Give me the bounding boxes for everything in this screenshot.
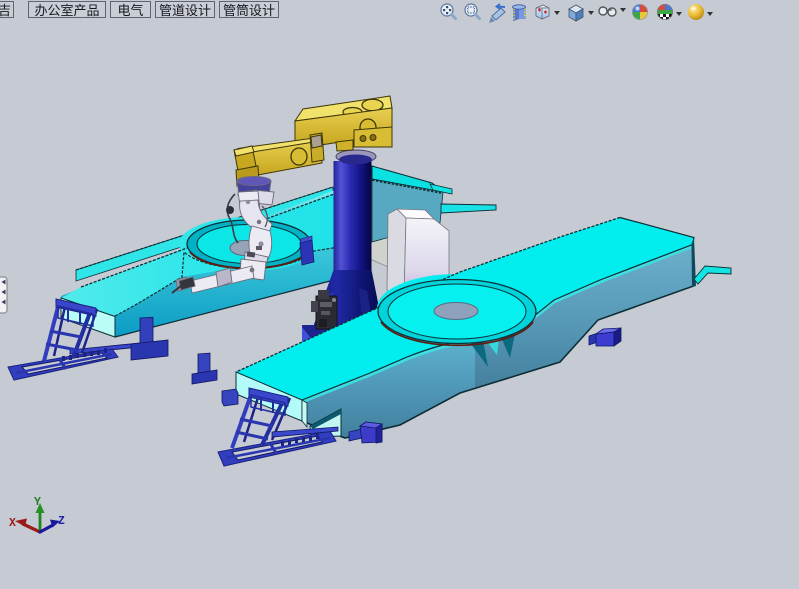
svg-text:X: X [9, 517, 16, 530]
svg-text:Z: Z [58, 515, 65, 528]
svg-text:Y: Y [34, 496, 41, 509]
